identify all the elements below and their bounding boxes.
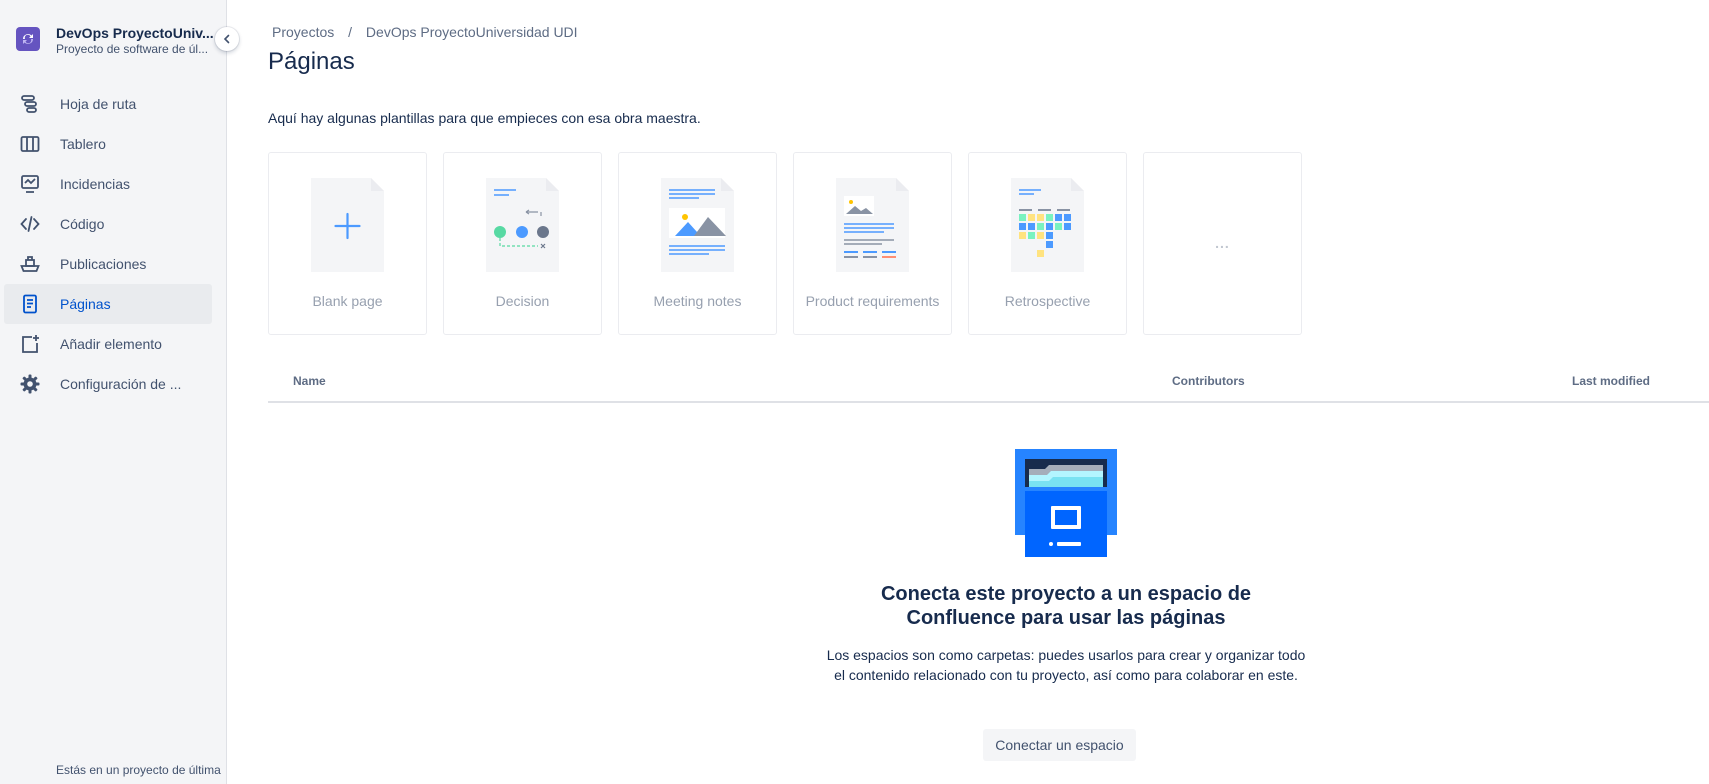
settings-icon bbox=[18, 372, 42, 396]
main-content: Proyectos / DevOps ProyectoUniversidad U… bbox=[268, 0, 1709, 784]
empty-state-title: Conecta este proyecto a un espacio de Co… bbox=[880, 583, 1252, 629]
breadcrumb-project-link[interactable]: DevOps ProyectoUniversidad UDI bbox=[366, 24, 578, 40]
breadcrumb-projects-link[interactable]: Proyectos bbox=[272, 24, 334, 40]
project-name: DevOps ProyectoUniv... bbox=[56, 25, 214, 41]
template-card-retrospective[interactable]: Retrospective bbox=[968, 152, 1127, 335]
sidebar-item-board[interactable]: Tablero bbox=[4, 124, 212, 164]
sidebar-item-label: Tablero bbox=[60, 136, 106, 152]
column-header-last-modified[interactable]: Last modified bbox=[1572, 374, 1650, 388]
meeting-notes-thumbnail-icon bbox=[661, 178, 734, 272]
sidebar-item-label: Código bbox=[60, 216, 105, 232]
chevron-left-icon bbox=[223, 34, 230, 44]
code-icon bbox=[18, 212, 42, 236]
template-card-blank-page[interactable]: Blank page bbox=[268, 152, 427, 335]
pages-table-header: Name Contributors Last modified bbox=[268, 372, 1709, 403]
sidebar-item-label: Incidencias bbox=[60, 176, 131, 192]
breadcrumb: Proyectos / DevOps ProyectoUniversidad U… bbox=[272, 24, 578, 40]
template-label: Product requirements bbox=[805, 293, 940, 309]
issues-icon bbox=[18, 172, 42, 196]
template-label: Meeting notes bbox=[653, 293, 742, 309]
template-card-more[interactable]: ... bbox=[1143, 152, 1302, 335]
sidebar-item-add-item[interactable]: Añadir elemento bbox=[4, 324, 212, 364]
product-requirements-thumbnail-icon bbox=[836, 178, 909, 272]
template-card-decision[interactable]: Decision bbox=[443, 152, 602, 335]
column-header-contributors[interactable]: Contributors bbox=[1172, 374, 1245, 388]
template-label: Decision bbox=[495, 293, 550, 309]
sidebar-item-label: Hoja de ruta bbox=[60, 96, 137, 112]
sidebar-item-code[interactable]: Código bbox=[4, 204, 212, 244]
template-card-product-requirements[interactable]: Product requirements bbox=[793, 152, 952, 335]
sidebar-item-label: Configuración de ... bbox=[60, 376, 182, 392]
sidebar-item-pages[interactable]: Páginas bbox=[4, 284, 212, 324]
blank-page-thumbnail-icon bbox=[311, 178, 384, 272]
sidebar-item-roadmap[interactable]: Hoja de ruta bbox=[4, 84, 212, 124]
project-header[interactable]: DevOps ProyectoUniv... Proyecto de softw… bbox=[16, 25, 216, 65]
sidebar-item-releases[interactable]: Publicaciones bbox=[4, 244, 212, 284]
empty-state-description: Los espacios son como carpetas: puedes u… bbox=[826, 647, 1306, 683]
column-header-name[interactable]: Name bbox=[293, 374, 326, 388]
sidebar-item-issues[interactable]: Incidencias bbox=[4, 164, 212, 204]
add-item-icon bbox=[18, 332, 42, 356]
project-type: Proyecto de software de úl... bbox=[56, 42, 209, 56]
retrospective-thumbnail-icon bbox=[1011, 178, 1084, 272]
sidebar-footer-text: Estás en un proyecto de última bbox=[56, 763, 221, 777]
sidebar-nav: Hoja de ruta Tablero Incidencias Código … bbox=[4, 84, 212, 404]
connect-space-button[interactable]: Conectar un espacio bbox=[983, 729, 1136, 761]
sidebar: DevOps ProyectoUniv... Proyecto de softw… bbox=[0, 0, 239, 784]
sidebar-item-label: Añadir elemento bbox=[60, 336, 162, 352]
sidebar-item-label: Publicaciones bbox=[60, 256, 147, 272]
templates-intro-text: Aquí hay algunas plantillas para que emp… bbox=[268, 110, 701, 126]
sidebar-item-settings[interactable]: Configuración de ... bbox=[4, 364, 212, 404]
sidebar-item-label: Páginas bbox=[60, 296, 111, 312]
collapse-sidebar-button[interactable] bbox=[215, 27, 239, 51]
roadmap-icon bbox=[18, 92, 42, 116]
page-title: Páginas bbox=[268, 48, 355, 75]
more-templates-ellipsis: ... bbox=[1215, 235, 1230, 251]
folder-cabinet-illustration-icon bbox=[1015, 449, 1117, 557]
releases-icon bbox=[18, 252, 42, 276]
board-icon bbox=[18, 132, 42, 156]
decision-thumbnail-icon bbox=[486, 178, 559, 272]
template-gallery: Blank page Decision Meeting notes Produc… bbox=[268, 152, 1302, 335]
template-card-meeting-notes[interactable]: Meeting notes bbox=[618, 152, 777, 335]
template-label: Blank page bbox=[312, 293, 383, 309]
pages-icon bbox=[18, 292, 42, 316]
breadcrumb-separator: / bbox=[348, 24, 353, 40]
template-label: Retrospective bbox=[1004, 293, 1091, 309]
project-avatar-icon bbox=[16, 27, 40, 51]
